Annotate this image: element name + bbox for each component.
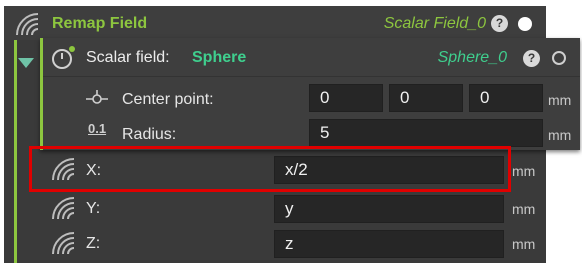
center-point-z-input[interactable]: 0 xyxy=(469,84,543,112)
highlight-box xyxy=(29,146,511,192)
scalar-field-name[interactable]: Sphere_0 xyxy=(438,49,507,67)
radius-unit: mm xyxy=(548,127,572,143)
enabled-indicator-icon[interactable] xyxy=(518,17,532,31)
center-point-icon xyxy=(84,89,110,114)
remap-y-unit: mm xyxy=(512,201,536,217)
radius-input[interactable]: 5 xyxy=(309,119,543,147)
help-icon[interactable]: ? xyxy=(491,15,508,32)
panel-accent-bar xyxy=(14,40,17,263)
subpanel-divider xyxy=(43,76,580,77)
remap-y-input[interactable]: y xyxy=(274,195,504,223)
remap-z-unit: mm xyxy=(512,236,536,252)
decimal-value-icon: 0.1 xyxy=(88,121,107,136)
help-icon[interactable]: ? xyxy=(523,50,540,67)
center-point-y-input[interactable]: 0 xyxy=(389,84,463,112)
panel-header: Remap Field Scalar Field_0 ? xyxy=(4,6,546,40)
enabled-indicator-icon[interactable] xyxy=(552,51,566,65)
scalar-field-subpanel: Scalar field: Sphere Sphere_0 ? Center p… xyxy=(40,38,580,150)
radius-label: Radius: xyxy=(122,126,177,143)
scalar-field-reference[interactable]: Scalar Field_0 xyxy=(384,15,486,33)
remap-x-unit: mm xyxy=(512,163,536,179)
remap-y-label: Y: xyxy=(86,200,101,217)
subpanel-accent-bar xyxy=(40,38,43,150)
center-point-x-input[interactable]: 0 xyxy=(309,84,383,112)
scalar-field-type[interactable]: Sphere xyxy=(192,49,246,67)
remap-z-input[interactable]: z xyxy=(274,230,504,258)
field-wave-icon xyxy=(50,230,76,261)
collapse-triangle-icon[interactable] xyxy=(18,58,34,68)
center-point-label: Center point: xyxy=(122,91,214,108)
sphere-circle-icon xyxy=(50,45,76,76)
panel-title: Remap Field xyxy=(52,15,148,32)
field-wave-icon xyxy=(50,195,76,226)
scalar-field-label: Scalar field: xyxy=(86,49,170,66)
field-wave-icon xyxy=(14,11,40,42)
center-point-unit: mm xyxy=(548,92,572,108)
remap-z-label: Z: xyxy=(86,235,101,252)
